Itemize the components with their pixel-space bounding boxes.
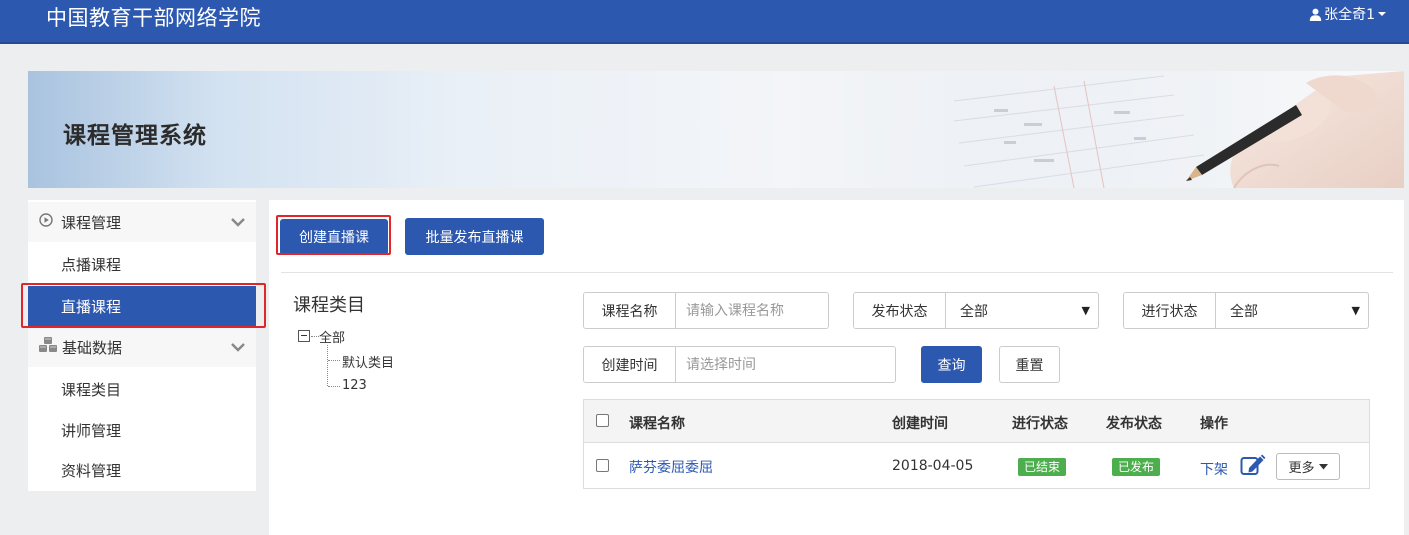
tree-connector [327,345,328,386]
sidebar-group-label: 基础数据 [62,338,123,357]
created-time-input[interactable] [676,347,895,382]
main-panel: 创建直播课 批量发布直播课 课程类目 全部 默认类目 123 课程名称 发布状态… [269,200,1404,535]
sidebar-group-label: 课程管理 [61,213,122,232]
course-name-link[interactable]: 萨芬委屈委屈 [629,457,713,477]
tree-connector [328,386,340,387]
sidebar-item-live-courses[interactable]: 直播课程 [28,286,256,326]
more-label: 更多 [1288,461,1315,476]
header-actions: 操作 [1200,416,1228,432]
chevron-down-icon [230,340,246,356]
row-checkbox[interactable] [596,459,609,472]
publish-status-filter: 发布状态 全部 ▼ [853,292,1099,329]
created-time-cell: 2018-04-05 [892,458,974,474]
create-live-course-button[interactable]: 创建直播课 [280,219,388,255]
publish-status-select[interactable]: 全部 ▼ [946,293,1098,328]
sidebar-item-label: 直播课程 [61,297,122,316]
course-table: 课程名称 创建时间 进行状态 发布状态 操作 萨芬委屈委屈 2018-04-05… [583,399,1370,489]
dropdown-caret-icon: ▼ [1081,304,1090,317]
header-created-time: 创建时间 [892,416,948,432]
tree-node-default-category[interactable]: 默认类目 [342,352,394,371]
select-all-checkbox[interactable] [596,414,609,427]
publish-status-badge: 已发布 [1112,458,1161,476]
course-name-input[interactable] [676,293,828,328]
progress-status-label: 进行状态 [1124,293,1216,328]
caret-down-icon [1318,459,1328,474]
sidebar-item-label: 点播课程 [61,255,122,274]
sidebar-group-basic-data[interactable]: 基础数据 [28,327,256,367]
sidebar-item-label: 课程类目 [61,380,122,399]
header-progress-status: 进行状态 [1012,416,1068,432]
category-tree-title: 课程类目 [293,295,365,316]
sidebar-item-label: 资料管理 [61,461,122,480]
play-circle-icon [39,213,53,231]
reset-button[interactable]: 重置 [999,346,1060,383]
tree-node-root[interactable]: 全部 [319,327,345,346]
progress-status-value: 全部 [1230,303,1258,320]
progress-status-filter: 进行状态 全部 ▼ [1123,292,1369,329]
sidebar: 课程管理 点播课程 直播课程 基础数据 课程类目 讲师管理 资料管理 [28,200,256,491]
cubes-icon [39,337,57,357]
created-time-label: 创建时间 [584,347,676,382]
course-name-filter: 课程名称 [583,292,829,329]
collapse-toggle-icon[interactable] [298,330,310,342]
header-publish-status: 发布状态 [1106,416,1162,432]
tree-node-123[interactable]: 123 [342,378,367,393]
table-header: 课程名称 创建时间 进行状态 发布状态 操作 [584,400,1369,443]
header-course-name: 课程名称 [629,416,685,432]
site-title[interactable]: 中国教育干部网络学院 [46,2,261,32]
batch-publish-button[interactable]: 批量发布直播课 [405,218,544,255]
user-menu[interactable]: 张全奇1 [1309,4,1387,24]
user-name: 张全奇1 [1324,7,1375,23]
toolbar-divider [281,272,1393,273]
sidebar-item-lecturer-management[interactable]: 讲师管理 [28,410,256,450]
progress-status-badge: 已结束 [1018,458,1067,476]
publish-status-label: 发布状态 [854,293,946,328]
sidebar-item-course-categories[interactable]: 课程类目 [28,369,256,409]
top-navbar: 中国教育干部网络学院 张全奇1 [0,0,1409,44]
chevron-down-icon [230,215,246,231]
more-actions-button[interactable]: 更多 [1276,453,1340,480]
created-time-filter: 创建时间 [583,346,896,383]
sidebar-item-label: 讲师管理 [61,421,122,440]
edit-icon[interactable] [1240,454,1266,480]
sidebar-group-course-management[interactable]: 课程管理 [28,202,256,242]
course-name-label: 课程名称 [584,293,676,328]
sidebar-item-vod-courses[interactable]: 点播课程 [28,244,256,284]
tree-connector [328,360,340,361]
sidebar-item-material-management[interactable]: 资料管理 [28,450,256,490]
query-button[interactable]: 查询 [921,346,982,383]
unpublish-link[interactable]: 下架 [1200,459,1228,479]
chevron-down-icon [1377,10,1387,18]
banner-title: 课程管理系统 [63,123,207,149]
tree-connector [311,336,319,337]
publish-status-value: 全部 [960,303,988,320]
banner: 课程管理系统 [28,71,1404,188]
dropdown-caret-icon: ▼ [1351,304,1360,317]
progress-status-select[interactable]: 全部 ▼ [1216,293,1368,328]
hand-writing-illustration [934,71,1404,188]
user-icon [1309,8,1322,21]
